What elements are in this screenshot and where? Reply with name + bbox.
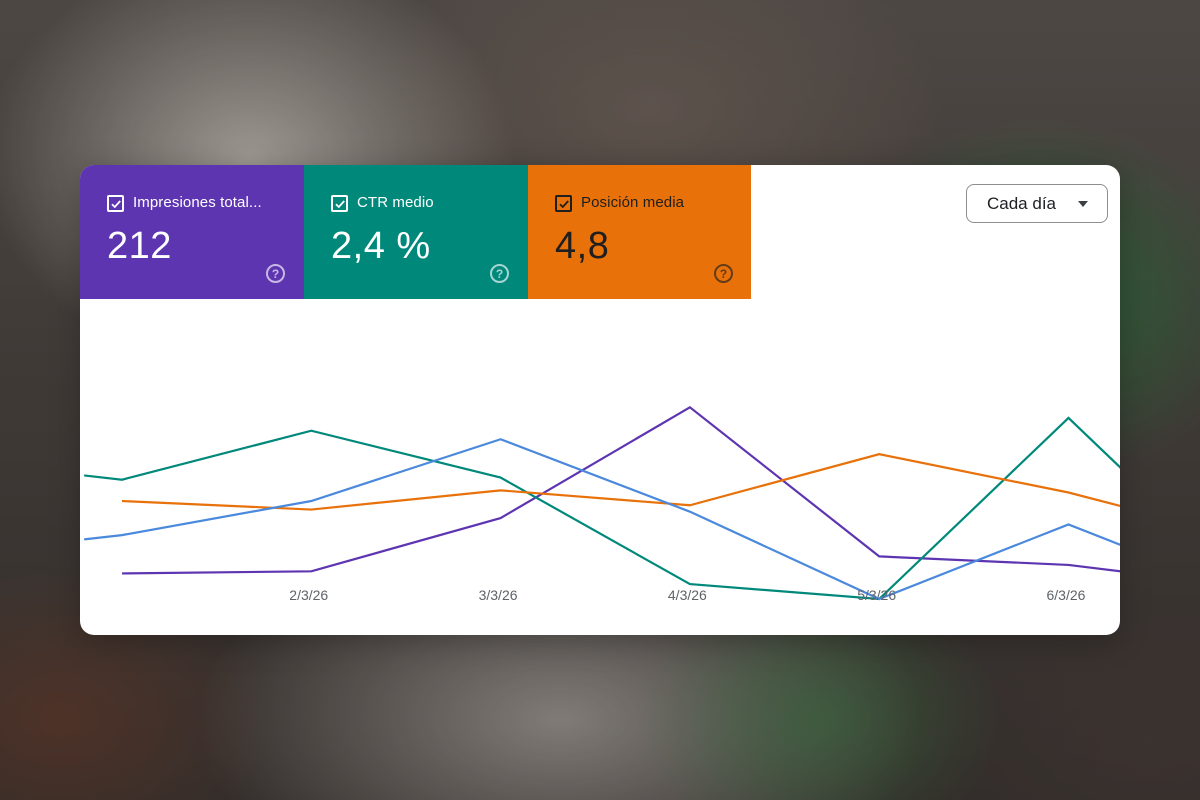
help-icon[interactable]: ? xyxy=(490,264,509,283)
x-tick-label: 4/3/26 xyxy=(668,587,707,603)
metric-label: Posición media xyxy=(581,194,685,211)
dropdown-arrow-icon xyxy=(1078,201,1088,207)
x-tick-label: 5/3/26 xyxy=(857,587,896,603)
metric-card-position[interactable]: Posición media 4,8 ? xyxy=(528,165,751,299)
metric-card-impressions[interactable]: Impresiones total... 212 ? xyxy=(80,165,304,299)
checkbox-checked-icon[interactable] xyxy=(107,195,124,212)
metric-value: 212 xyxy=(107,225,172,267)
performance-line-chart: 2/3/263/3/264/3/265/3/266/3/267/3/26 xyxy=(80,299,1120,635)
metric-label: Impresiones total... xyxy=(133,194,262,211)
chart-svg: 2/3/263/3/264/3/265/3/266/3/267/3/26 xyxy=(84,405,1120,603)
x-tick-label: 6/3/26 xyxy=(1047,587,1086,603)
checkbox-checked-icon[interactable] xyxy=(555,195,572,212)
performance-card: Impresiones total... 212 ? CTR medio 2,4… xyxy=(80,165,1120,635)
dropdown-label: Cada día xyxy=(987,193,1056,213)
metric-card-ctr[interactable]: CTR medio 2,4 % ? xyxy=(304,165,528,299)
checkbox-checked-icon[interactable] xyxy=(331,195,348,212)
x-tick-label: 2/3/26 xyxy=(289,587,328,603)
metric-value: 2,4 % xyxy=(331,225,431,267)
series-line-2 xyxy=(121,453,1120,511)
help-icon[interactable]: ? xyxy=(714,264,733,283)
series-line-3 xyxy=(84,438,1120,601)
x-tick-label: 3/3/26 xyxy=(479,587,518,603)
metric-value: 4,8 xyxy=(555,225,610,267)
granularity-dropdown[interactable]: Cada día xyxy=(966,184,1108,223)
help-icon[interactable]: ? xyxy=(266,264,285,283)
series-line-0 xyxy=(121,405,1120,575)
metric-label: CTR medio xyxy=(357,194,434,211)
